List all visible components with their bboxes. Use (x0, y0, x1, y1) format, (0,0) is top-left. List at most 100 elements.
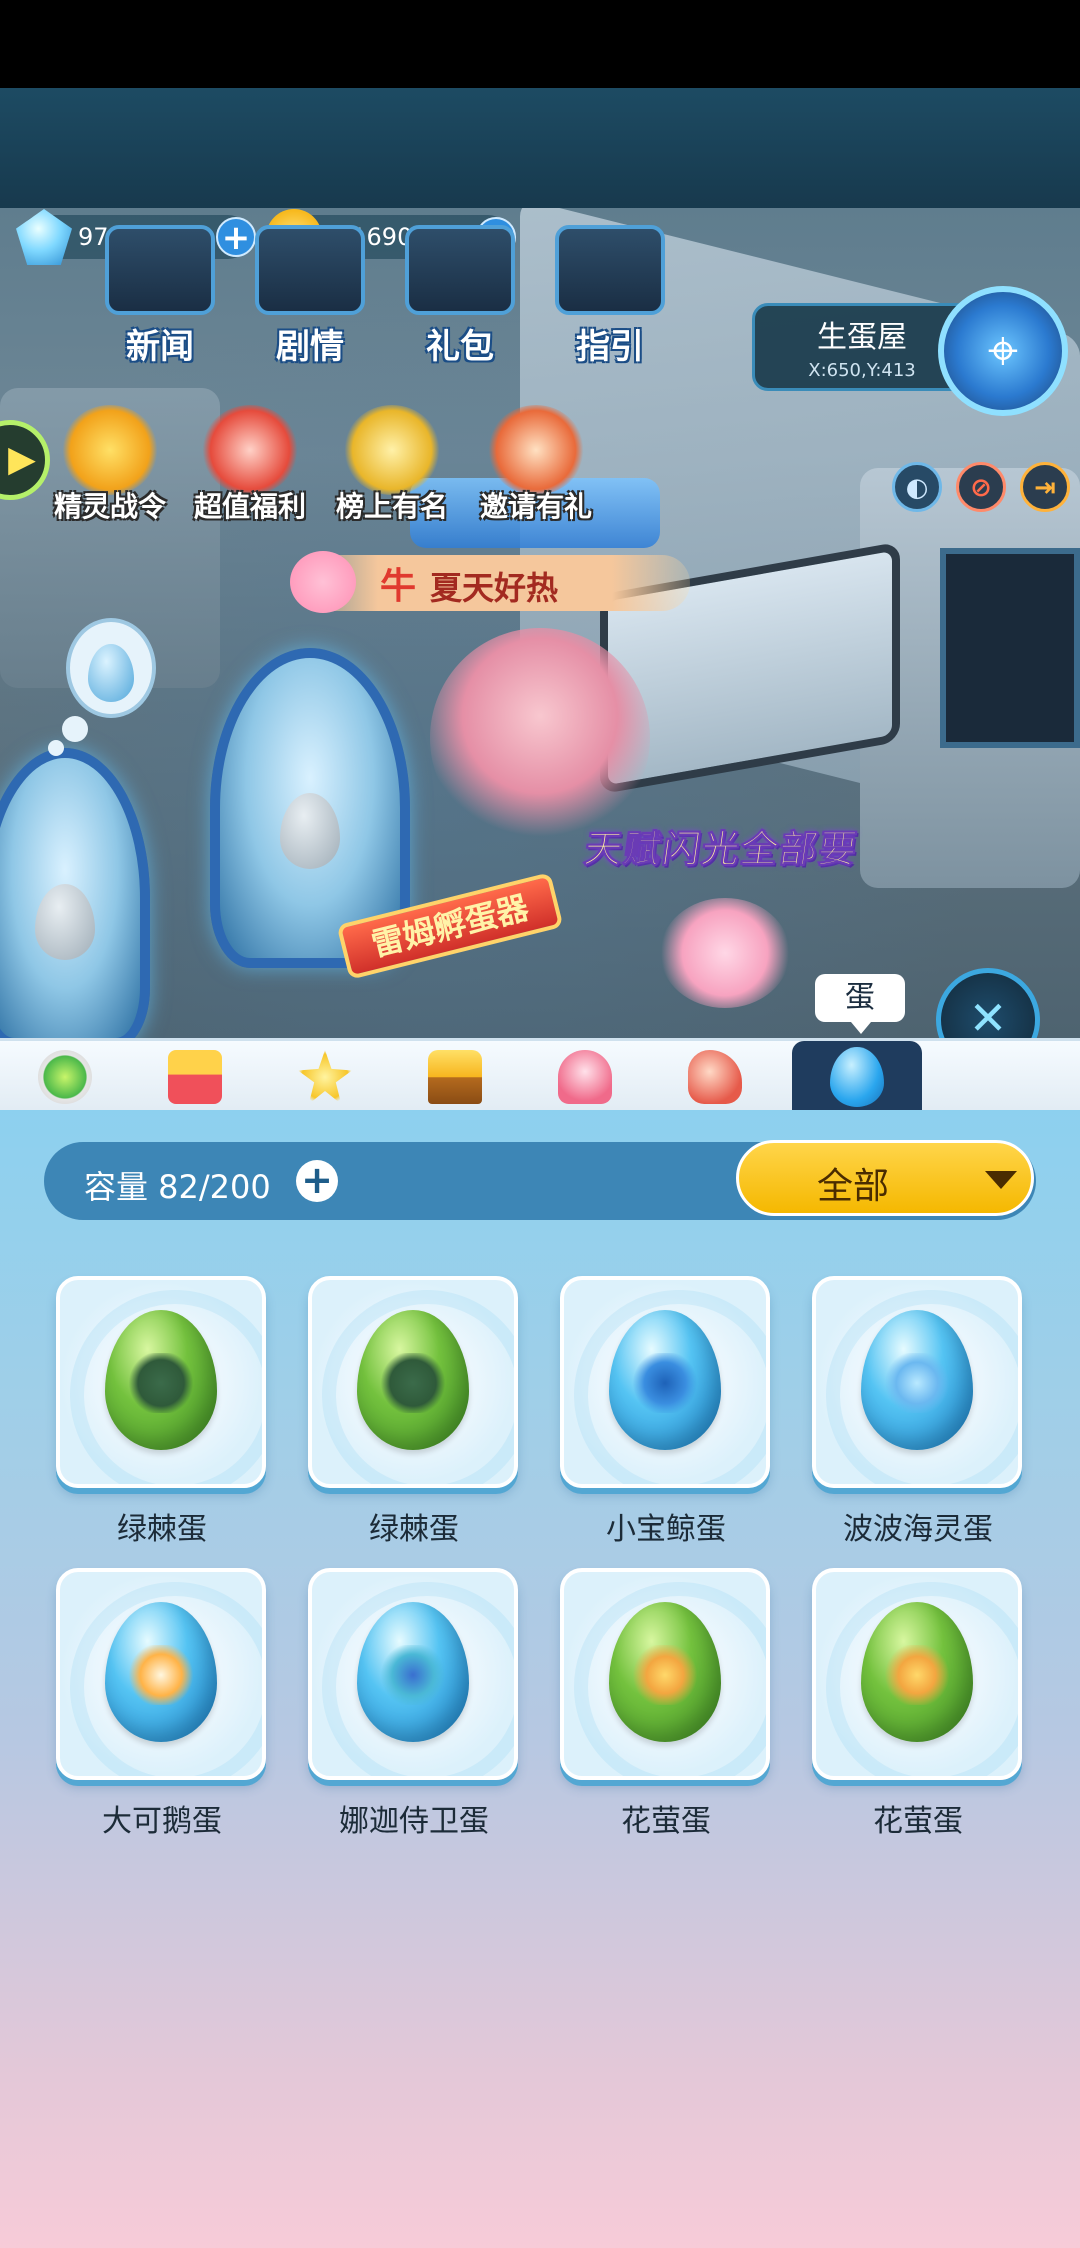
menu-news[interactable]: 新闻 (85, 225, 235, 375)
flower-fairy-pattern-icon (882, 1644, 952, 1705)
menu-gift-pack-label: 礼包 (426, 327, 494, 367)
battle-pass-icon (62, 405, 158, 495)
egg-name: 娜迦侍卫蛋 (339, 1804, 489, 1839)
player-name-bar: 牛 夏天好热 (290, 551, 690, 613)
egg-item[interactable]: 花萤蛋 (812, 1568, 1024, 1840)
map-pin-icon: ⌖ (987, 319, 1019, 382)
egg-item[interactable]: 波波海灵蛋 (812, 1276, 1024, 1548)
news-screen-icon (105, 225, 215, 315)
egg-item[interactable]: 绿棘蛋 (308, 1276, 520, 1548)
dragon-pattern-icon (126, 1352, 196, 1413)
activity-leaderboard[interactable]: 榜上有名 (336, 405, 448, 525)
tab-egg[interactable] (792, 1041, 922, 1113)
story-device-icon (255, 225, 365, 315)
invite-letter-icon (488, 405, 584, 495)
active-tab-tooltip: 蛋 (815, 974, 905, 1034)
caret-down-icon (985, 1171, 1017, 1189)
player-badge: 牛 (380, 566, 417, 607)
egg-name: 绿棘蛋 (117, 1512, 207, 1547)
egg-item[interactable]: 娜迦侍卫蛋 (308, 1568, 520, 1840)
incubator-pod-left[interactable] (0, 748, 150, 1038)
egg-name: 花萤蛋 (873, 1804, 963, 1839)
location-coords: X:650,Y:413 (808, 360, 916, 381)
guide-device-icon (555, 225, 665, 315)
blue-egg-icon (357, 1602, 469, 1742)
capacity-label: 容量 82/200 (84, 1168, 271, 1206)
speaker-icon: ◐ (905, 473, 929, 503)
player-character[interactable] (430, 628, 650, 848)
thought-dot (48, 740, 64, 756)
no-entry-icon: ⊘ (970, 473, 992, 503)
exit-icon: ⇥ (1034, 473, 1056, 503)
scene-screen-panel (940, 548, 1080, 748)
incubating-egg (35, 884, 95, 960)
menu-guide[interactable]: 指引 (535, 225, 685, 375)
egg-card (560, 1568, 770, 1780)
tab-star-trophy[interactable] (390, 1041, 520, 1113)
status-bar (0, 0, 1080, 88)
block-button[interactable]: ⊘ (956, 462, 1006, 512)
menu-story[interactable]: 剧情 (235, 225, 385, 375)
menu-gift-pack[interactable]: 礼包 (385, 225, 535, 375)
egg-name: 花萤蛋 (621, 1804, 711, 1839)
egg-name: 大可鹅蛋 (102, 1804, 222, 1839)
green-egg-icon (861, 1602, 973, 1742)
egg-card (560, 1276, 770, 1488)
tab-battery[interactable] (0, 1041, 130, 1113)
activity-label: 邀请有礼 (480, 490, 593, 523)
egg-card (812, 1568, 1022, 1780)
egg-thought-bubble (66, 618, 156, 718)
egg-name: 小宝鲸蛋 (606, 1512, 726, 1547)
trophy-icon (344, 405, 440, 495)
tab-rocking-horse[interactable] (650, 1041, 780, 1113)
egg-item[interactable]: 大可鹅蛋 (56, 1568, 268, 1840)
exit-button[interactable]: ⇥ (1020, 462, 1070, 512)
top-band (0, 88, 1080, 210)
voice-button[interactable]: ◐ (892, 462, 942, 512)
expand-capacity-button[interactable]: + (296, 1160, 338, 1202)
blue-egg-icon (609, 1310, 721, 1450)
blue-egg-icon (105, 1602, 217, 1742)
filter-selected: 全部 (817, 1166, 890, 1207)
green-egg-icon (357, 1310, 469, 1450)
green-egg-icon (609, 1602, 721, 1742)
map-button[interactable]: ⌖ (938, 286, 1068, 416)
egg-item[interactable]: 绿棘蛋 (56, 1276, 268, 1548)
gift-pack-icon (405, 225, 515, 315)
tab-star-wand[interactable] (260, 1041, 390, 1113)
duck-pattern-icon (126, 1644, 196, 1705)
filter-dropdown[interactable]: 全部 (736, 1140, 1034, 1216)
egg-card (56, 1276, 266, 1488)
activity-value-welfare[interactable]: 超值福利 (194, 405, 306, 525)
egg-item[interactable]: 花萤蛋 (560, 1568, 772, 1840)
bag-tab-bar (0, 1038, 1080, 1113)
pet-avatar-icon (290, 551, 356, 613)
battery-tab-icon (38, 1050, 92, 1104)
egg-item[interactable]: 小宝鲸蛋 (560, 1276, 772, 1548)
activity-label: 精灵战令 (54, 490, 167, 523)
menu-story-label: 剧情 (276, 327, 344, 367)
tab-blocks[interactable] (130, 1041, 260, 1113)
activity-battle-pass[interactable]: 精灵战令 (54, 405, 166, 525)
blue-egg-icon (861, 1310, 973, 1450)
player-name: 夏天好热 (430, 569, 559, 607)
dragon-pattern-icon (378, 1352, 448, 1413)
dress-tab-icon (558, 1050, 612, 1104)
bag-panel: 容量 82/200 + 全部 绿棘蛋 绿棘蛋 小宝鲸蛋 波波海灵蛋 大可鹅蛋 娜… (0, 1110, 1080, 2248)
activity-invite[interactable]: 邀请有礼 (480, 405, 592, 525)
location-title: 生蛋屋 (817, 320, 907, 355)
gift-box-icon (202, 405, 298, 495)
tab-dress[interactable] (520, 1041, 650, 1113)
pet-character[interactable] (660, 898, 790, 1008)
egg-name: 波波海灵蛋 (843, 1512, 993, 1547)
star-trophy-tab-icon (428, 1050, 482, 1104)
thought-dot (62, 716, 88, 742)
activity-label: 榜上有名 (336, 490, 449, 523)
green-egg-icon (105, 1310, 217, 1450)
incubating-egg (280, 793, 340, 869)
sea-spirit-pattern-icon (882, 1352, 952, 1413)
plus-icon: + (301, 1158, 333, 1202)
blocks-tab-icon (168, 1050, 222, 1104)
egg-name: 绿棘蛋 (369, 1512, 459, 1547)
naga-pattern-icon (378, 1644, 448, 1705)
